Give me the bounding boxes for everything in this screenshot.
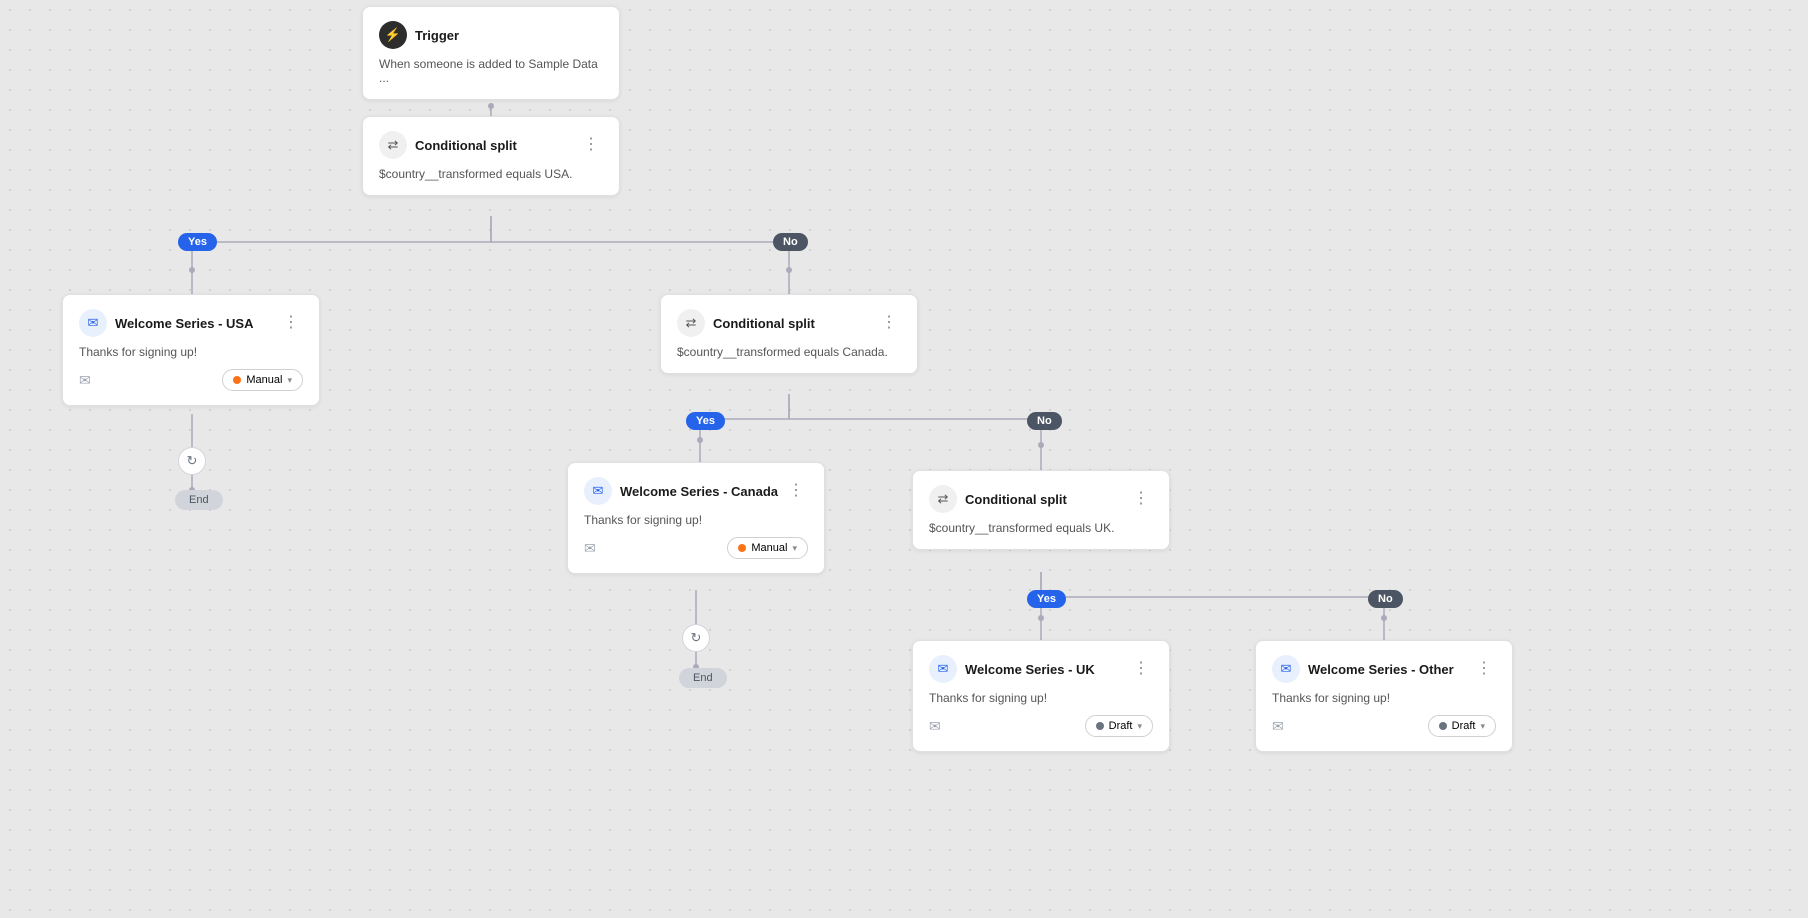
branch-no-2: No <box>1027 412 1062 430</box>
welcome-usa-card: ✉ Welcome Series - USA ⋮ Thanks for sign… <box>62 294 320 406</box>
welcome-uk-status-badge[interactable]: Draft ▾ <box>1085 715 1153 737</box>
loop-node-usa: ↻ <box>178 447 206 475</box>
welcome-uk-mail-small: ✉ <box>929 718 941 735</box>
branch-no-3: No <box>1368 590 1403 608</box>
welcome-usa-status-badge[interactable]: Manual ▾ <box>222 369 303 391</box>
end-node-usa: End <box>175 490 223 510</box>
mail-icon-usa: ✉ <box>79 309 107 337</box>
loop-node-canada: ↻ <box>682 624 710 652</box>
welcome-usa-mail-small: ✉ <box>79 372 91 389</box>
trigger-title: Trigger <box>415 28 459 43</box>
trigger-card: ⚡ Trigger When someone is added to Sampl… <box>362 6 620 100</box>
cond-split-2-description: $country__transformed equals Canada. <box>677 345 901 359</box>
welcome-canada-card: ✉ Welcome Series - Canada ⋮ Thanks for s… <box>567 462 825 574</box>
cond-split-1-title: Conditional split <box>415 138 517 153</box>
welcome-uk-card: ✉ Welcome Series - UK ⋮ Thanks for signi… <box>912 640 1170 752</box>
trigger-description: When someone is added to Sample Data ... <box>379 57 603 85</box>
flow-canvas: ⚡ Trigger When someone is added to Sampl… <box>0 0 1808 918</box>
mail-icon-other: ✉ <box>1272 655 1300 683</box>
cond-split-2-title: Conditional split <box>713 316 815 331</box>
branch-yes-2: Yes <box>686 412 725 430</box>
cond-split-2-card: ⇄ Conditional split ⋮ $country__transfor… <box>660 294 918 374</box>
welcome-uk-more-button[interactable]: ⋮ <box>1129 659 1153 679</box>
welcome-other-mail-small: ✉ <box>1272 718 1284 735</box>
branch-yes-3: Yes <box>1027 590 1066 608</box>
welcome-canada-chevron: ▾ <box>792 543 797 554</box>
welcome-canada-mail-small: ✉ <box>584 540 596 557</box>
branch-yes-1: Yes <box>178 233 217 251</box>
end-node-canada: End <box>679 668 727 688</box>
welcome-uk-status-label: Draft <box>1109 720 1133 732</box>
connectors-svg <box>0 0 1808 918</box>
welcome-other-chevron: ▾ <box>1480 721 1485 732</box>
welcome-uk-title: Welcome Series - UK <box>965 662 1095 677</box>
cond-split-3-title: Conditional split <box>965 492 1067 507</box>
trigger-icon: ⚡ <box>379 21 407 49</box>
split-icon-1: ⇄ <box>379 131 407 159</box>
status-dot-uk <box>1096 722 1104 730</box>
cond-split-3-card: ⇄ Conditional split ⋮ $country__transfor… <box>912 470 1170 550</box>
status-dot-usa <box>233 376 241 384</box>
cond-split-2-more-button[interactable]: ⋮ <box>877 313 901 333</box>
welcome-canada-description: Thanks for signing up! <box>584 513 808 527</box>
mail-icon-canada: ✉ <box>584 477 612 505</box>
mail-icon-uk: ✉ <box>929 655 957 683</box>
welcome-canada-status-label: Manual <box>751 542 787 554</box>
cond-split-3-description: $country__transformed equals UK. <box>929 521 1153 535</box>
welcome-canada-status-badge[interactable]: Manual ▾ <box>727 537 808 559</box>
branch-no-1: No <box>773 233 808 251</box>
welcome-other-status-label: Draft <box>1452 720 1476 732</box>
cond-split-1-description: $country__transformed equals USA. <box>379 167 603 181</box>
split-icon-2: ⇄ <box>677 309 705 337</box>
cond-split-1-card: ⇄ Conditional split ⋮ $country__transfor… <box>362 116 620 196</box>
welcome-uk-description: Thanks for signing up! <box>929 691 1153 705</box>
welcome-other-card: ✉ Welcome Series - Other ⋮ Thanks for si… <box>1255 640 1513 752</box>
welcome-usa-description: Thanks for signing up! <box>79 345 303 359</box>
status-dot-other <box>1439 722 1447 730</box>
welcome-canada-title: Welcome Series - Canada <box>620 484 778 499</box>
welcome-usa-more-button[interactable]: ⋮ <box>279 313 303 333</box>
welcome-other-title: Welcome Series - Other <box>1308 662 1454 677</box>
welcome-usa-chevron: ▾ <box>287 375 292 386</box>
cond-split-1-more-button[interactable]: ⋮ <box>579 135 603 155</box>
welcome-other-description: Thanks for signing up! <box>1272 691 1496 705</box>
status-dot-canada <box>738 544 746 552</box>
welcome-other-more-button[interactable]: ⋮ <box>1472 659 1496 679</box>
welcome-usa-status-label: Manual <box>246 374 282 386</box>
welcome-usa-title: Welcome Series - USA <box>115 316 253 331</box>
split-icon-3: ⇄ <box>929 485 957 513</box>
cond-split-3-more-button[interactable]: ⋮ <box>1129 489 1153 509</box>
welcome-uk-chevron: ▾ <box>1137 721 1142 732</box>
welcome-other-status-badge[interactable]: Draft ▾ <box>1428 715 1496 737</box>
welcome-canada-more-button[interactable]: ⋮ <box>784 481 808 501</box>
